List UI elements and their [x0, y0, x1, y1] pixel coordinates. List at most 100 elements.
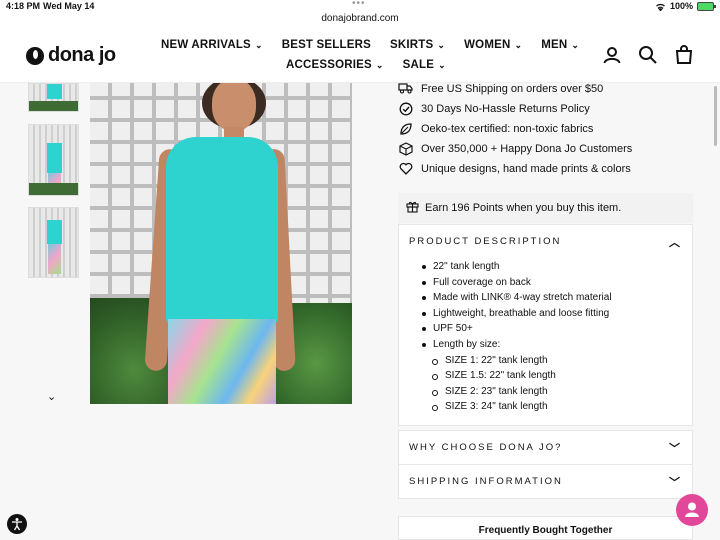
chevron-down-icon: ⌄	[375, 59, 384, 70]
chevron-down-icon: ⌄	[437, 39, 446, 50]
accessibility-button[interactable]	[7, 514, 27, 534]
logo-mark-icon	[26, 46, 44, 65]
nav-label: SALE	[402, 59, 435, 71]
frequently-bought-together: Frequently Bought Together	[398, 516, 693, 540]
size-list-item: SIZE 2: 23" tank length	[399, 384, 692, 400]
nav-label: SKIRTS	[390, 39, 434, 51]
shipping-header[interactable]: SHIPPING INFORMATION ﹀	[399, 465, 692, 498]
header-icons	[602, 45, 694, 65]
site-header: dona jo NEW ARRIVALS ⌄ BEST SELLERS SKIRT…	[0, 27, 720, 83]
status-time: 4:18 PM	[6, 1, 41, 11]
nav-new-arrivals[interactable]: NEW ARRIVALS ⌄	[161, 39, 263, 51]
thumbnail-plants	[29, 183, 78, 195]
search-icon[interactable]	[638, 45, 658, 65]
accordion-title: PRODUCT DESCRIPTION	[409, 236, 562, 247]
battery-percent: 100%	[669, 1, 693, 11]
main-nav-row-1: NEW ARRIVALS ⌄ BEST SELLERS SKIRTS ⌄ WOMEN…	[161, 39, 579, 51]
wifi-icon	[656, 3, 665, 11]
shipping-accordion: SHIPPING INFORMATION ﹀	[398, 464, 693, 499]
nav-label: ACCESSORIES	[286, 59, 372, 71]
product-description-header[interactable]: PRODUCT DESCRIPTION ︿	[399, 225, 692, 258]
list-item: 22" tank length	[399, 259, 692, 275]
nav-label: WOMEN	[464, 39, 511, 51]
nav-label: MEN	[541, 39, 568, 51]
status-date: Wed May 14	[43, 1, 95, 11]
chat-button[interactable]	[676, 494, 708, 526]
page-scrollbar[interactable]	[714, 86, 717, 146]
nav-men[interactable]: MEN ⌄	[541, 39, 579, 51]
nav-sale[interactable]: SALE ⌄	[403, 59, 446, 71]
feature-text: Unique designs, hand made prints & color…	[421, 162, 631, 175]
size-list-item: SIZE 1.5: 22" tank length	[399, 368, 692, 384]
thumbnail-leggings	[48, 244, 61, 274]
list-item: Made with LINK® 4-way stretch material	[399, 290, 692, 306]
battery-icon	[697, 1, 716, 11]
section-title: Frequently Bought Together	[478, 525, 613, 536]
chevron-down-icon: ⌄	[514, 39, 523, 50]
gift-icon	[406, 200, 419, 216]
chevron-down-icon: ﹀	[669, 476, 680, 489]
thumbnail-plants	[29, 101, 78, 111]
status-right: 100%	[655, 1, 716, 11]
why-choose-header[interactable]: WHY CHOOSE DONA JO? ﹀	[399, 431, 692, 464]
box-icon	[398, 141, 413, 156]
logo-text: dona jo	[48, 44, 116, 66]
nav-skirts[interactable]: SKIRTS ⌄	[390, 39, 445, 51]
status-bar: 4:18 PM Wed May 14 ••• 100%	[0, 0, 720, 13]
feature-text: 30 Days No-Hassle Returns Policy	[421, 102, 590, 115]
product-thumbnail[interactable]	[28, 207, 79, 278]
size-list-item: SIZE 3: 24" tank length	[399, 399, 692, 415]
user-icon	[685, 502, 699, 517]
accessibility-icon	[12, 518, 22, 531]
list-item: Lightweight, breathable and loose fittin…	[399, 306, 692, 322]
list-item: Full coverage on back	[399, 275, 692, 291]
chevron-down-icon: ⌄	[254, 39, 263, 50]
list-item: Length by size:	[399, 337, 692, 353]
product-description-accordion: PRODUCT DESCRIPTION ︿ 22" tank length Fu…	[398, 224, 693, 426]
feature-returns: 30 Days No-Hassle Returns Policy	[398, 102, 590, 115]
thumbnail-figure	[47, 143, 62, 173]
check-circle-icon	[398, 102, 413, 115]
nav-best-sellers[interactable]: BEST SELLERS	[282, 39, 371, 51]
nav-accessories[interactable]: ACCESSORIES ⌄	[286, 59, 384, 71]
accordion-title: WHY CHOOSE DONA JO?	[409, 442, 563, 453]
nav-label: NEW ARRIVALS	[161, 39, 251, 51]
why-choose-accordion: WHY CHOOSE DONA JO? ﹀	[398, 430, 693, 465]
product-thumbnail[interactable]	[28, 124, 79, 196]
multitasking-dots-icon[interactable]: •••	[352, 0, 366, 9]
truck-icon	[398, 82, 413, 95]
feature-shipping: Free US Shipping on orders over $50	[398, 82, 603, 95]
feature-designs: Unique designs, hand made prints & color…	[398, 162, 631, 175]
accordion-title: SHIPPING INFORMATION	[409, 476, 563, 487]
feature-text: Oeko-tex certified: non-toxic fabrics	[421, 122, 594, 135]
feature-customers: Over 350,000 + Happy Dona Jo Customers	[398, 141, 633, 156]
size-list-item: SIZE 1: 22" tank length	[399, 353, 692, 369]
nav-women[interactable]: WOMEN ⌄	[464, 39, 522, 51]
description-list: 22" tank length Full coverage on back Ma…	[399, 258, 692, 425]
heart-icon	[398, 162, 413, 175]
url-text: donajobrand.com	[321, 13, 399, 24]
account-icon[interactable]	[602, 45, 622, 65]
feature-text: Free US Shipping on orders over $50	[421, 82, 604, 95]
loyalty-points-banner: Earn 196 Points when you buy this item.	[398, 193, 693, 223]
feature-text: Over 350,000 + Happy Dona Jo Customers	[421, 142, 633, 155]
chevron-down-icon: ⌄	[571, 39, 580, 50]
chevron-up-icon: ︿	[669, 236, 680, 249]
list-item: UPF 50+	[399, 321, 692, 337]
thumbnail-figure	[47, 84, 62, 99]
chevron-down-icon: ﹀	[669, 442, 680, 455]
model-tank-top	[166, 137, 278, 323]
cart-icon[interactable]	[674, 45, 694, 65]
feature-oeko-tex: Oeko-tex certified: non-toxic fabrics	[398, 122, 593, 135]
model-head	[212, 83, 256, 131]
points-text: Earn 196 Points when you buy this item.	[425, 202, 622, 214]
brand-logo[interactable]: dona jo	[26, 44, 116, 67]
url-bar[interactable]: donajobrand.com	[0, 13, 720, 27]
product-thumbnail[interactable]	[28, 83, 79, 112]
thumbnail-figure	[47, 220, 62, 244]
chevron-down-icon: ⌄	[438, 59, 446, 70]
nav-label: BEST SELLERS	[281, 39, 371, 51]
chevron-down-icon[interactable]: ⌄	[47, 390, 56, 403]
product-main-image[interactable]	[90, 83, 352, 404]
model-leggings	[168, 319, 276, 404]
